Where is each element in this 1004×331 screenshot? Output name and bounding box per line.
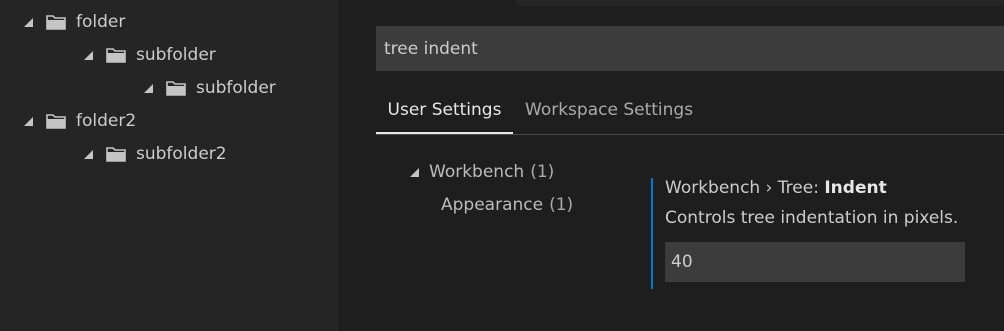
- tree-item-label: folder2: [76, 110, 137, 131]
- expanded-chevron-icon[interactable]: [144, 83, 153, 93]
- toc-item-label: Appearance: [441, 195, 544, 215]
- folder-icon: [106, 47, 126, 63]
- toc-item-label: Workbench: [429, 162, 525, 182]
- toc-item-workbench[interactable]: Workbench (1): [410, 162, 554, 182]
- editor-top-strip: [516, 0, 1004, 6]
- expanded-chevron-icon[interactable]: [410, 168, 419, 177]
- setting-title: Workbench › Tree: Indent: [665, 178, 995, 198]
- setting-value-box[interactable]: [665, 241, 965, 283]
- tree-item-label: subfolder: [196, 77, 276, 98]
- tree-item-label: subfolder: [136, 44, 216, 65]
- tree-item-label: subfolder2: [136, 143, 227, 164]
- expanded-chevron-icon[interactable]: [24, 116, 33, 126]
- tree-item-folder2[interactable]: folder2: [24, 104, 136, 137]
- settings-search-box[interactable]: [376, 26, 1004, 71]
- settings-tabs: User Settings Workspace Settings: [376, 88, 1004, 135]
- tab-label: Workspace Settings: [525, 100, 694, 120]
- expanded-chevron-icon[interactable]: [84, 149, 93, 159]
- expanded-chevron-icon[interactable]: [24, 17, 33, 27]
- folder-icon: [106, 146, 126, 162]
- setting-tree-indent: Workbench › Tree: Indent Controls tree i…: [651, 178, 995, 289]
- explorer-tree: folder subfolder subfolder folder2 subfo…: [0, 0, 338, 331]
- expanded-chevron-icon[interactable]: [84, 50, 93, 60]
- tree-item-subfolder-nested[interactable]: subfolder: [144, 71, 276, 104]
- tree-item-label: folder: [76, 11, 126, 32]
- tab-label: User Settings: [387, 100, 502, 120]
- tab-user-settings[interactable]: User Settings: [376, 88, 513, 134]
- tree-item-folder[interactable]: folder: [24, 5, 125, 38]
- tab-workspace-settings[interactable]: Workspace Settings: [525, 88, 693, 132]
- setting-value-input[interactable]: [665, 241, 965, 283]
- app-window: folder subfolder subfolder folder2 subfo…: [0, 0, 1004, 331]
- tree-item-subfolder2[interactable]: subfolder2: [84, 137, 227, 170]
- folder-icon: [46, 14, 66, 30]
- setting-description: Controls tree indentation in pixels.: [665, 208, 959, 228]
- folder-icon: [46, 113, 66, 129]
- settings-editor: User Settings Workspace Settings Workben…: [338, 0, 1004, 331]
- tree-item-subfolder[interactable]: subfolder: [84, 38, 216, 71]
- toc-item-count: (1): [530, 162, 555, 182]
- settings-search-input[interactable]: [376, 26, 1004, 71]
- setting-category: Workbench › Tree:: [665, 178, 825, 198]
- toc-item-count: (1): [549, 195, 574, 215]
- setting-name: Indent: [824, 178, 887, 198]
- toc-item-appearance[interactable]: Appearance (1): [441, 195, 573, 215]
- folder-icon: [166, 80, 186, 96]
